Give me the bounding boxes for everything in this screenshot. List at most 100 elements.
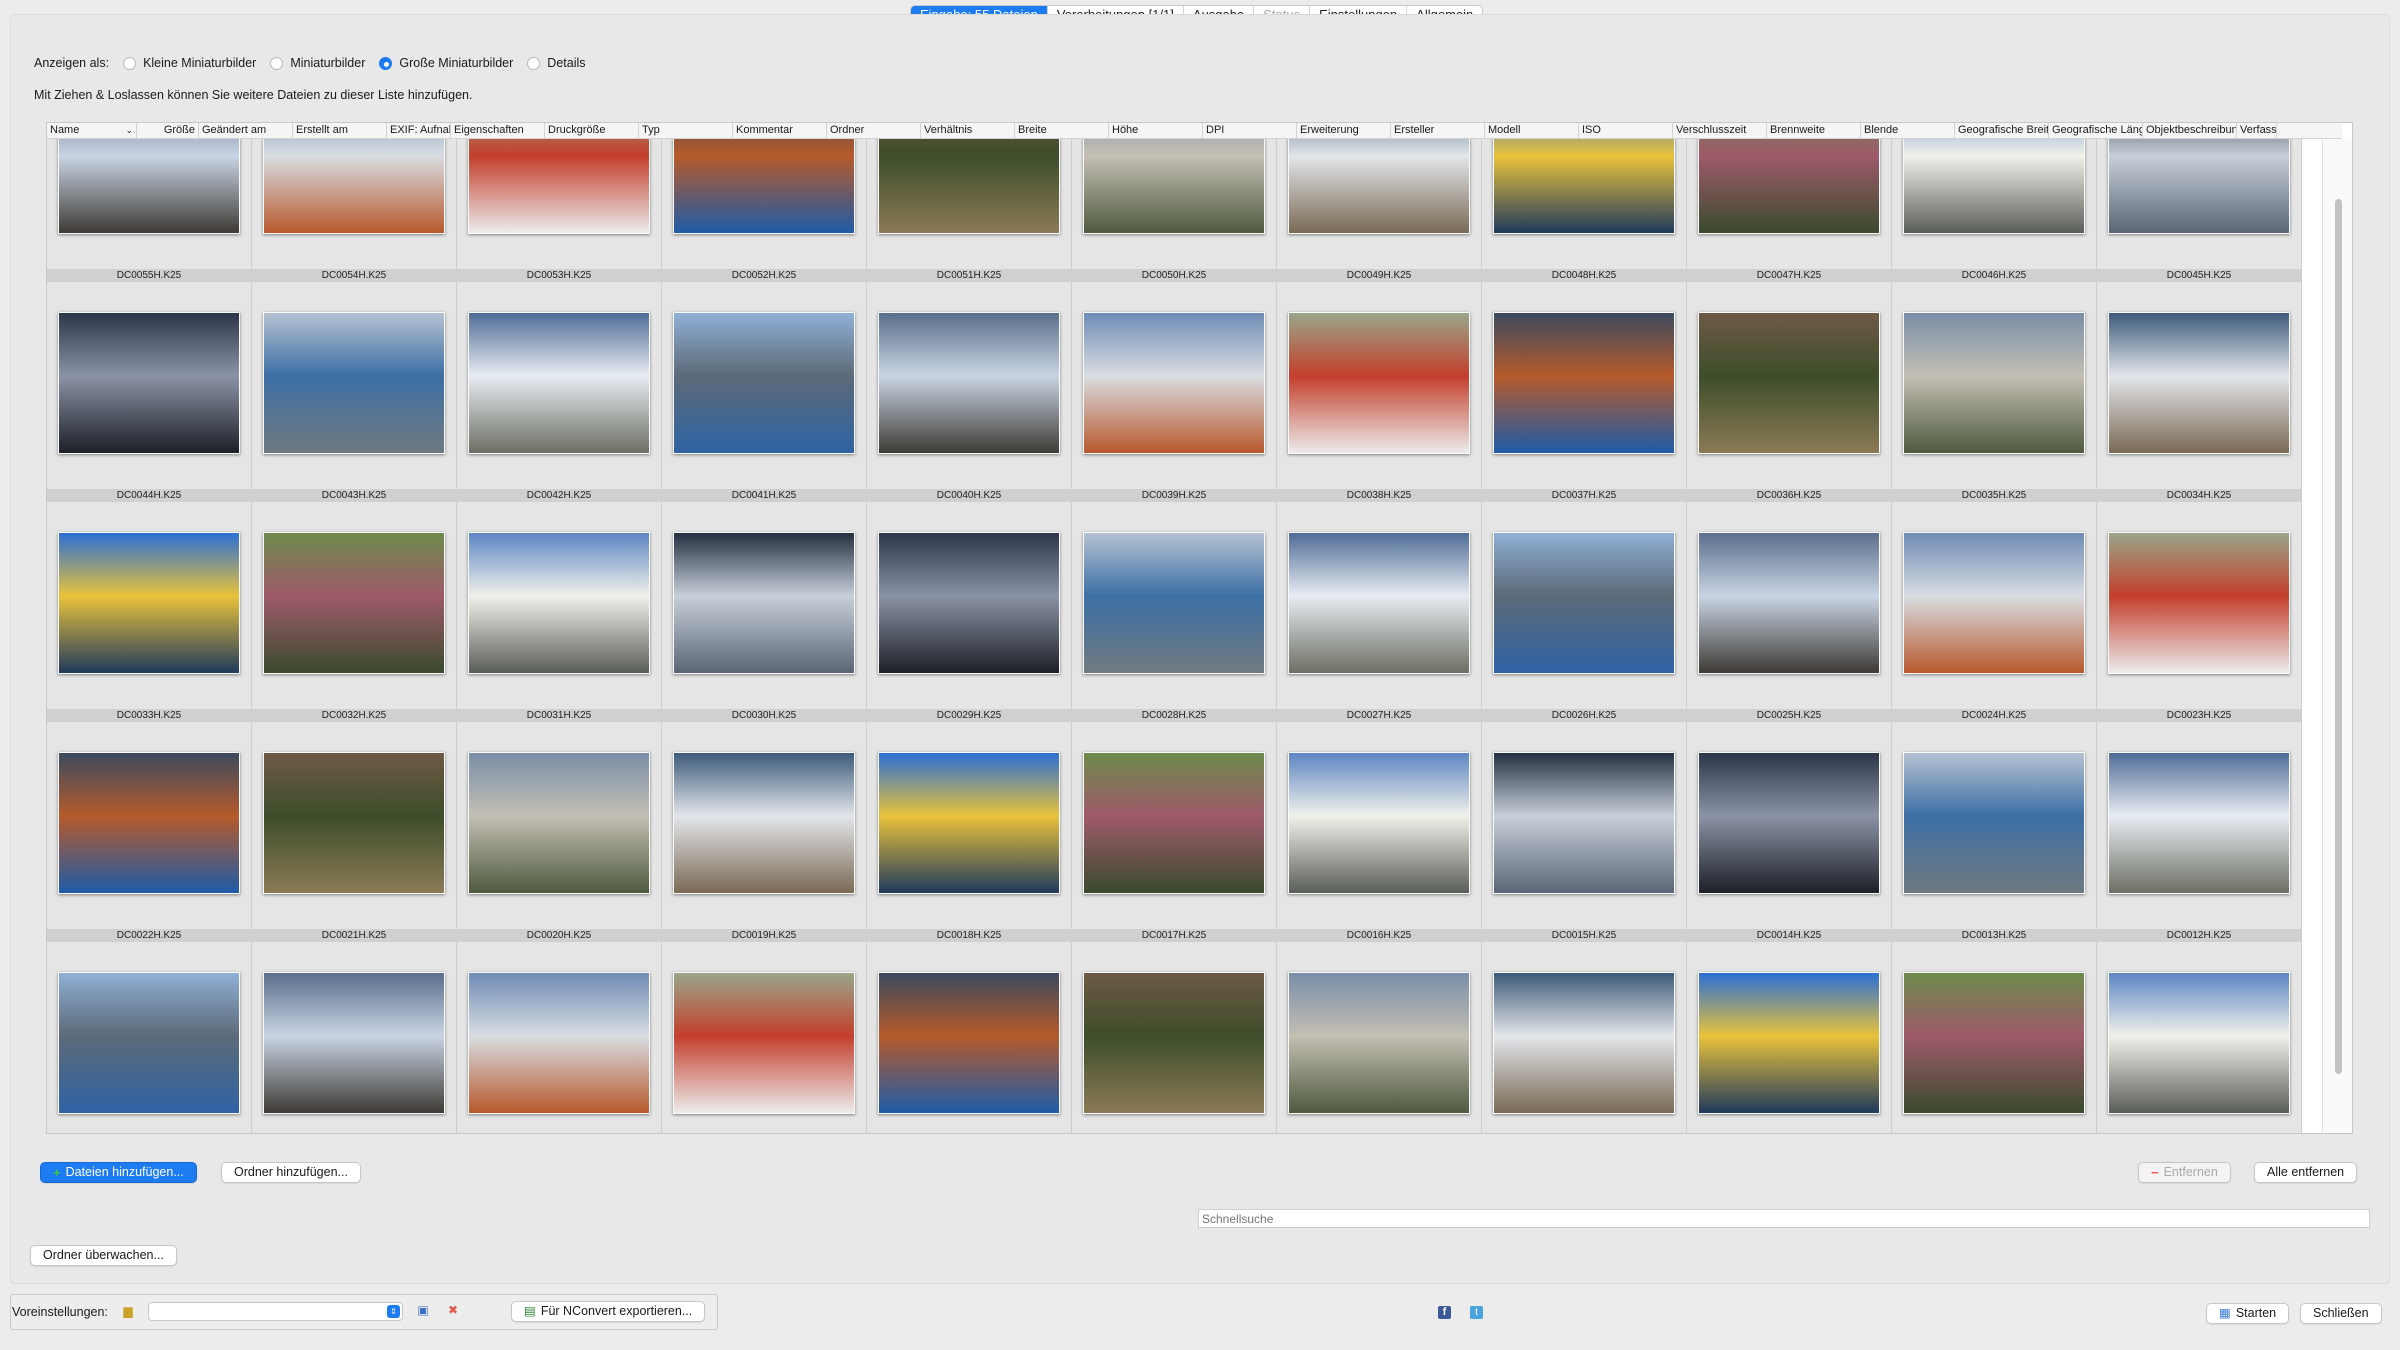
file-item[interactable]: DC0032H.K25 bbox=[252, 502, 457, 722]
file-item[interactable]: DC0001H.K25 bbox=[2097, 942, 2302, 1133]
file-item[interactable]: DC0027H.K25 bbox=[1277, 502, 1482, 722]
file-item[interactable]: DC0022H.K25 bbox=[47, 722, 252, 942]
add-folder-button[interactable]: Ordner hinzufügen... bbox=[221, 1162, 361, 1183]
watch-folder-button[interactable]: Ordner überwachen... bbox=[30, 1245, 177, 1266]
file-item[interactable]: DC0029H.K25 bbox=[867, 502, 1072, 722]
remove-all-button[interactable]: Alle entfernen bbox=[2254, 1162, 2358, 1183]
file-item[interactable]: DC0026H.K25 bbox=[1482, 502, 1687, 722]
file-item[interactable]: DC0010H.K25 bbox=[252, 942, 457, 1133]
file-item[interactable]: DC0043H.K25 bbox=[252, 282, 457, 502]
file-item[interactable]: DC0053H.K25 bbox=[457, 139, 662, 282]
quicksearch-input[interactable] bbox=[1198, 1209, 2370, 1228]
column-header-18[interactable]: Verschlusszeit bbox=[1673, 123, 1767, 138]
column-header-5[interactable]: Eigenschaften bbox=[451, 123, 545, 138]
file-item[interactable]: DC0033H.K25 bbox=[47, 502, 252, 722]
column-header-6[interactable]: Druckgröße bbox=[545, 123, 639, 138]
file-item[interactable]: DC0008H.K25 bbox=[662, 942, 867, 1133]
view-thumbnails-radio[interactable]: Miniaturbilder bbox=[270, 56, 365, 70]
file-item[interactable]: DC0040H.K25 bbox=[867, 282, 1072, 502]
file-item[interactable]: DC0017H.K25 bbox=[1072, 722, 1277, 942]
close-button[interactable]: Schließen bbox=[2300, 1303, 2382, 1324]
column-header-3[interactable]: Erstellt am bbox=[293, 123, 387, 138]
twitter-icon[interactable]: t bbox=[1470, 1306, 1483, 1319]
file-item[interactable]: DC0015H.K25 bbox=[1482, 722, 1687, 942]
column-header-14[interactable]: Erweiterung bbox=[1297, 123, 1391, 138]
view-details-radio[interactable]: Details bbox=[527, 56, 586, 70]
start-button[interactable]: ▦ Starten bbox=[2206, 1303, 2290, 1324]
file-list[interactable]: Name ⌄ Größe Geändert am Erstellt am EXIF: Au… bbox=[46, 122, 2353, 1134]
add-files-button[interactable]: + Dateien hinzufügen... bbox=[40, 1162, 197, 1183]
file-item[interactable]: DC0041H.K25 bbox=[662, 282, 867, 502]
file-item[interactable]: DC0039H.K25 bbox=[1072, 282, 1277, 502]
file-item[interactable]: DC0012H.K25 bbox=[2097, 722, 2302, 942]
file-item[interactable]: DC0016H.K25 bbox=[1277, 722, 1482, 942]
column-header-13[interactable]: DPI bbox=[1203, 123, 1297, 138]
file-item[interactable]: DC0052H.K25 bbox=[662, 139, 867, 282]
column-header-23[interactable]: Objektbeschreibung bbox=[2143, 123, 2237, 138]
file-item[interactable]: DC0011H.K25 bbox=[47, 942, 252, 1133]
column-header-16[interactable]: Modell bbox=[1485, 123, 1579, 138]
file-item[interactable]: DC0051H.K25 bbox=[867, 139, 1072, 282]
view-small-thumbnails-radio[interactable]: Kleine Miniaturbilder bbox=[123, 56, 256, 70]
file-item[interactable]: DC0037H.K25 bbox=[1482, 282, 1687, 502]
delete-icon[interactable]: ✖ bbox=[446, 1303, 460, 1317]
file-item[interactable]: DC0009H.K25 bbox=[457, 942, 662, 1133]
file-item[interactable]: DC0054H.K25 bbox=[252, 139, 457, 282]
file-item[interactable]: DC0004H.K25 bbox=[1482, 942, 1687, 1133]
file-item[interactable]: DC0045H.K25 bbox=[2097, 139, 2302, 282]
column-header-12[interactable]: Höhe bbox=[1109, 123, 1203, 138]
column-header-2[interactable]: Geändert am bbox=[199, 123, 293, 138]
file-item[interactable]: DC0042H.K25 bbox=[457, 282, 662, 502]
file-item[interactable]: DC0021H.K25 bbox=[252, 722, 457, 942]
file-item[interactable]: DC0024H.K25 bbox=[1892, 502, 2097, 722]
column-header-17[interactable]: ISO bbox=[1579, 123, 1673, 138]
file-item[interactable]: DC0049H.K25 bbox=[1277, 139, 1482, 282]
view-large-thumbnails-radio[interactable]: Große Miniaturbilder bbox=[379, 56, 513, 70]
column-header-24[interactable]: Verfasser bbox=[2237, 123, 2277, 138]
file-item[interactable]: DC0055H.K25 bbox=[47, 139, 252, 282]
file-item[interactable]: DC0003H.K25 bbox=[1687, 942, 1892, 1133]
column-header-11[interactable]: Breite bbox=[1015, 123, 1109, 138]
export-nconvert-button[interactable]: ▤ Für NConvert exportieren... bbox=[511, 1301, 706, 1322]
folder-open-icon[interactable]: ▆ bbox=[121, 1304, 135, 1318]
file-item[interactable]: DC0046H.K25 bbox=[1892, 139, 2097, 282]
file-item[interactable]: DC0018H.K25 bbox=[867, 722, 1072, 942]
column-header-0[interactable]: Name ⌄ bbox=[47, 123, 137, 138]
column-header-15[interactable]: Ersteller bbox=[1391, 123, 1485, 138]
file-item[interactable]: DC0036H.K25 bbox=[1687, 282, 1892, 502]
file-item[interactable]: DC0007H.K25 bbox=[867, 942, 1072, 1133]
column-header-22[interactable]: Geografische Länge bbox=[2049, 123, 2143, 138]
remove-button[interactable]: − Entfernen bbox=[2138, 1162, 2231, 1183]
file-item[interactable]: DC0048H.K25 bbox=[1482, 139, 1687, 282]
column-header-1[interactable]: Größe bbox=[137, 123, 199, 138]
file-item[interactable]: DC0020H.K25 bbox=[457, 722, 662, 942]
file-item[interactable]: DC0044H.K25 bbox=[47, 282, 252, 502]
column-header-20[interactable]: Blende bbox=[1861, 123, 1955, 138]
file-item[interactable]: DC0025H.K25 bbox=[1687, 502, 1892, 722]
column-header-19[interactable]: Brennweite bbox=[1767, 123, 1861, 138]
file-item[interactable]: DC0050H.K25 bbox=[1072, 139, 1277, 282]
file-item[interactable]: DC0023H.K25 bbox=[2097, 502, 2302, 722]
column-header-10[interactable]: Verhältnis bbox=[921, 123, 1015, 138]
column-header-7[interactable]: Typ bbox=[639, 123, 733, 138]
file-item[interactable]: DC0006H.K25 bbox=[1072, 942, 1277, 1133]
column-header-21[interactable]: Geografische Breite bbox=[1955, 123, 2049, 138]
file-item[interactable]: DC0013H.K25 bbox=[1892, 722, 2097, 942]
file-item[interactable]: DC0038H.K25 bbox=[1277, 282, 1482, 502]
file-item[interactable]: DC0002H.K25 bbox=[1892, 942, 2097, 1133]
file-item[interactable]: DC0031H.K25 bbox=[457, 502, 662, 722]
file-item[interactable]: DC0005H.K25 bbox=[1277, 942, 1482, 1133]
file-item[interactable]: DC0047H.K25 bbox=[1687, 139, 1892, 282]
save-icon[interactable]: ▣ bbox=[416, 1303, 430, 1317]
presets-select[interactable]: ⇕ bbox=[148, 1302, 403, 1321]
file-item[interactable]: DC0030H.K25 bbox=[662, 502, 867, 722]
file-item[interactable]: DC0014H.K25 bbox=[1687, 722, 1892, 942]
column-header-8[interactable]: Kommentar bbox=[733, 123, 827, 138]
file-item[interactable]: DC0019H.K25 bbox=[662, 722, 867, 942]
vertical-scrollbar[interactable] bbox=[2322, 139, 2352, 1133]
file-item[interactable]: DC0034H.K25 bbox=[2097, 282, 2302, 502]
scrollbar-knob[interactable] bbox=[2335, 199, 2342, 1074]
file-item[interactable]: DC0028H.K25 bbox=[1072, 502, 1277, 722]
column-header-4[interactable]: EXIF: Aufnahmedatum bbox=[387, 123, 451, 138]
facebook-icon[interactable]: f bbox=[1438, 1306, 1451, 1319]
